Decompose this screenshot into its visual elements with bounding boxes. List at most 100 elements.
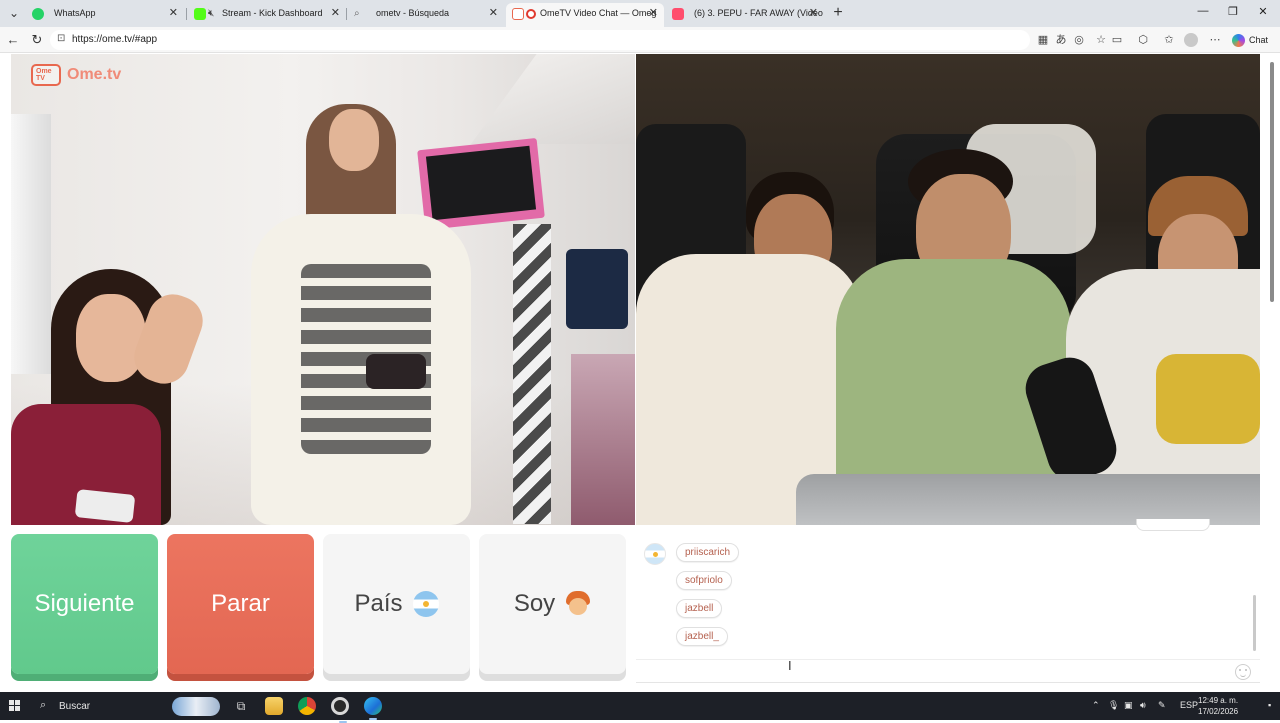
next-button[interactable]: Siguiente	[11, 534, 158, 674]
windows-taskbar: ⌕ Buscar ⧉ ⌃ 🎙︎ ▣ 🔊︎ ✎ ESP 12:49 a. m. 1…	[0, 692, 1280, 723]
task-view-icon[interactable]: ⧉	[232, 697, 250, 715]
microphone-icon[interactable]: 🎙︎	[1108, 700, 1119, 711]
self-video	[636, 54, 1260, 525]
translate-icon[interactable]: あ	[1054, 33, 1068, 47]
tab-actions-menu-icon[interactable]: ⌄	[4, 4, 24, 22]
obs-icon[interactable]	[331, 697, 349, 723]
minimize-icon[interactable]: —	[1192, 5, 1214, 17]
person-two-face	[76, 294, 146, 382]
remote-video: Ome TV Ome.tv	[11, 54, 635, 525]
person-face	[329, 109, 379, 171]
copilot-icon	[1232, 34, 1245, 48]
file-explorer-icon[interactable]	[265, 697, 283, 715]
whatsapp-icon	[32, 8, 44, 20]
site-info-icon[interactable]: ⊡	[57, 33, 65, 44]
chat-message: jazbell_	[676, 627, 728, 646]
boy-emoji-icon	[565, 591, 591, 617]
tv-screen	[425, 145, 537, 221]
close-tab-icon[interactable]: ✕	[331, 3, 340, 24]
more-menu-icon[interactable]: ⋯	[1208, 33, 1222, 47]
chat-scrollbar[interactable]	[1253, 595, 1256, 651]
reload-icon[interactable]: ↻	[29, 32, 45, 48]
language-indicator[interactable]: ESP	[1180, 700, 1198, 710]
favorites-icon[interactable]: ✩	[1162, 33, 1176, 47]
app-available-icon[interactable]: ▦	[1036, 33, 1050, 47]
tab-title: WhatsApp	[54, 8, 96, 18]
media-icon[interactable]: ▭	[1110, 33, 1124, 47]
close-tab-icon[interactable]: ✕	[169, 3, 178, 24]
notifications-icon[interactable]: ▪	[1268, 700, 1271, 710]
clock-time: 12:49 a. m.	[1198, 696, 1239, 705]
yellow-pattern	[1156, 354, 1260, 444]
white-phone	[74, 489, 136, 523]
gender-button-label: Soy	[513, 590, 556, 617]
volume-icon[interactable]: 🔊︎	[1140, 700, 1146, 711]
phone-in-hand	[366, 354, 426, 389]
search-highlight-image	[172, 697, 220, 716]
tab-title: (6) 3. PEPU - FAR AWAY (Video Ofi	[694, 8, 824, 18]
close-window-icon[interactable]: ✕	[1252, 5, 1274, 18]
chat-message: jazbell	[676, 599, 723, 618]
copilot-chat-button[interactable]: Chat	[1232, 32, 1278, 48]
tab-whatsapp[interactable]: WhatsApp ✕	[24, 3, 184, 27]
close-tab-icon[interactable]: ✕	[489, 3, 498, 24]
muted-speaker-icon[interactable]: 🔇︎	[208, 3, 214, 24]
search-icon: ⌕	[354, 8, 360, 19]
new-tab-button[interactable]: +	[829, 3, 847, 23]
ometv-icon	[526, 9, 536, 19]
edge-icon[interactable]	[364, 697, 382, 720]
back-icon[interactable]: ←	[5, 32, 21, 48]
taskbar-search[interactable]: ⌕ Buscar	[32, 694, 222, 718]
copilot-label: Chat	[1249, 35, 1269, 45]
wall-shelf	[471, 54, 635, 144]
taskbar-clock[interactable]: 12:49 a. m. 17/02/2026	[1198, 695, 1238, 717]
tab-kick-dashboard[interactable]: 🔇︎ Stream - Kick Dashboard ✕	[186, 3, 346, 27]
tab-search-icon	[512, 8, 524, 20]
argentina-flag-icon	[412, 591, 439, 617]
stop-button[interactable]: Parar	[167, 534, 314, 674]
url-text: https://ome.tv/#app	[72, 34, 158, 45]
emoji-icon[interactable]	[1235, 664, 1251, 680]
youtube-icon	[672, 8, 684, 20]
page-scrollbar[interactable]	[1268, 54, 1276, 692]
tab-ometv[interactable]: OmeTV Video Chat — Omeg ✕	[506, 3, 664, 27]
profile-avatar-icon[interactable]	[1184, 33, 1198, 47]
striped-wall	[513, 224, 551, 524]
chat-panel: priiscarich sofpriolo jazbell jazbell_	[636, 519, 1260, 683]
tab-youtube[interactable]: (6) 3. PEPU - FAR AWAY (Video Ofi ✕	[664, 3, 824, 27]
tray-expand-icon[interactable]: ⌃	[1092, 700, 1100, 711]
browser-tab-bar: ⌄ WhatsApp ✕ 🔇︎ Stream - Kick Dashboard …	[0, 0, 1280, 27]
url-field[interactable]: ⊡ https://ome.tv/#app	[50, 30, 1030, 50]
clothes-pile	[571, 354, 635, 525]
scrollbar-thumb[interactable]	[1270, 62, 1274, 302]
country-filter-button[interactable]: País	[323, 534, 470, 674]
chat-previous-message	[1136, 519, 1210, 531]
tab-search[interactable]: ⌕ ometv - Búsqueda ✕	[346, 3, 504, 27]
text-cursor-icon: I	[788, 658, 792, 673]
close-tab-icon[interactable]: ✕	[809, 3, 818, 24]
close-tab-icon[interactable]: ✕	[649, 3, 658, 24]
restore-icon[interactable]: ❐	[1222, 5, 1244, 18]
reading-mode-icon[interactable]: ◎	[1072, 33, 1086, 47]
windows-start-icon[interactable]	[9, 700, 21, 712]
gender-button[interactable]: Soy	[479, 534, 626, 674]
clock-date: 17/02/2026	[1198, 707, 1239, 716]
logo-text: Ome.tv	[67, 66, 122, 83]
country-button-label: País	[354, 590, 403, 617]
chat-input[interactable]	[636, 659, 1260, 683]
pen-icon[interactable]: ✎	[1158, 700, 1166, 711]
tab-title: ometv - Búsqueda	[376, 8, 450, 18]
kick-icon	[194, 8, 206, 20]
chrome-icon[interactable]	[298, 697, 316, 715]
network-icon[interactable]: ▣	[1124, 700, 1133, 711]
favorite-star-icon[interactable]: ☆	[1094, 33, 1108, 47]
ometv-logo-icon: Ome TV	[31, 64, 61, 86]
tab-title: Stream - Kick Dashboard	[222, 8, 323, 18]
extensions-icon[interactable]: ⬡	[1136, 33, 1150, 47]
search-label: Buscar	[59, 701, 91, 712]
navy-bag	[566, 249, 628, 329]
search-icon: ⌕	[40, 699, 47, 711]
address-bar: ← ↻ ⊡ https://ome.tv/#app ▦ あ ◎ ☆ ▭ ⬡ ✩ …	[0, 27, 1280, 53]
desk-monitor	[796, 474, 1260, 525]
stop-button-label: Parar	[211, 590, 270, 617]
